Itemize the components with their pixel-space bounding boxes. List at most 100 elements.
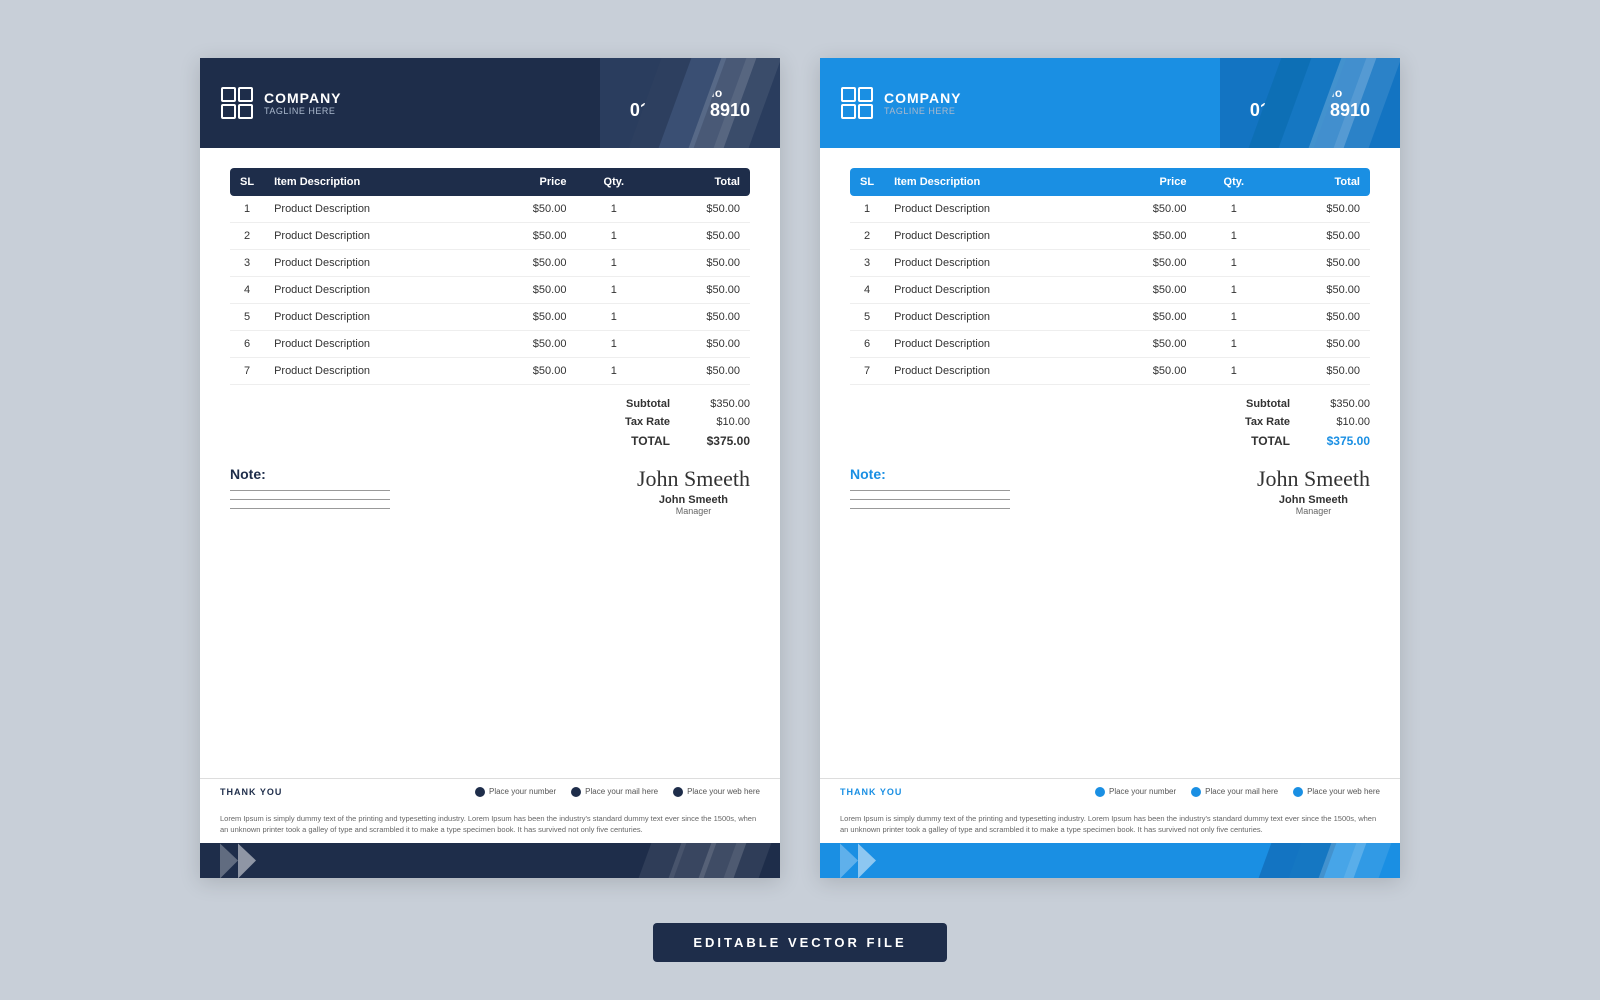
row-qty: 1 <box>576 304 651 331</box>
row-sl: 6 <box>850 331 884 358</box>
invoices-container: COMPANY TAGLINE HERE Invoice No 01234567… <box>20 58 1580 878</box>
company-name-blue: COMPANY <box>884 90 962 106</box>
total-label-blue: TOTAL <box>1220 434 1290 448</box>
note-lines <box>230 490 637 509</box>
totals-section-dark: Subtotal $350.00 Tax Rate $10.00 TOTAL $… <box>230 395 750 451</box>
chevron-blue-2 <box>858 843 876 878</box>
invoice-header-blue: COMPANY TAGLINE HERE Invoice No 01234567… <box>820 58 1400 148</box>
company-tagline: TAGLINE HERE <box>264 106 342 116</box>
total-value: $375.00 <box>690 434 750 448</box>
th-price: Price <box>478 168 577 196</box>
header-decorations-blue <box>1240 58 1400 148</box>
table-row: 7 Product Description $50.00 1 $50.00 <box>850 358 1370 385</box>
table-row: 6 Product Description $50.00 1 $50.00 <box>850 331 1370 358</box>
invoice-footer-blue: THANK YOU Place your number Place your m… <box>820 778 1400 879</box>
table-row: 2 Product Description $50.00 1 $50.00 <box>230 223 750 250</box>
subtotal-value: $350.00 <box>690 398 750 410</box>
row-desc: Product Description <box>264 250 478 277</box>
footer-chevrons <box>220 843 256 878</box>
tax-row-blue: Tax Rate $10.00 <box>1220 413 1370 431</box>
phone-text-blue: Place your number <box>1109 787 1176 796</box>
totals-section-blue: Subtotal $350.00 Tax Rate $10.00 TOTAL $… <box>850 395 1370 451</box>
company-logo-icon-blue <box>840 86 874 120</box>
tax-value-blue: $10.00 <box>1310 416 1370 428</box>
row-sl: 3 <box>230 250 264 277</box>
row-total: $50.00 <box>1271 331 1370 358</box>
company-info: COMPANY TAGLINE HERE <box>264 90 342 116</box>
row-total: $50.00 <box>651 277 750 304</box>
web-icon <box>673 787 683 797</box>
row-sl: 1 <box>230 196 264 223</box>
th-desc-blue: Item Description <box>884 168 1098 196</box>
row-price: $50.00 <box>1098 304 1197 331</box>
row-sl: 7 <box>850 358 884 385</box>
row-total: $50.00 <box>651 304 750 331</box>
row-sl: 4 <box>850 277 884 304</box>
row-desc: Product Description <box>264 304 478 331</box>
table-row: 7 Product Description $50.00 1 $50.00 <box>230 358 750 385</box>
note-line-3-blue <box>850 508 1010 509</box>
note-title-dark: Note: <box>230 466 637 482</box>
note-section-blue: Note: John Smeeth John Smeeth Manager <box>850 466 1370 516</box>
total-row-blue: TOTAL $375.00 <box>1220 431 1370 451</box>
row-total: $50.00 <box>651 358 750 385</box>
row-total: $50.00 <box>1271 358 1370 385</box>
row-sl: 4 <box>230 277 264 304</box>
row-desc: Product Description <box>884 196 1098 223</box>
subtotal-label-blue: Subtotal <box>1220 398 1290 410</box>
row-price: $50.00 <box>1098 250 1197 277</box>
row-qty: 1 <box>576 277 651 304</box>
row-sl: 1 <box>850 196 884 223</box>
footer-email: Place your mail here <box>571 787 658 797</box>
total-row: TOTAL $375.00 <box>600 431 750 451</box>
row-price: $50.00 <box>1098 358 1197 385</box>
row-qty: 1 <box>1196 223 1271 250</box>
note-line-1 <box>230 490 390 491</box>
row-price: $50.00 <box>478 250 577 277</box>
note-title-blue: Note: <box>850 466 1257 482</box>
table-row: 4 Product Description $50.00 1 $50.00 <box>230 277 750 304</box>
footer-web-blue: Place your web here <box>1293 787 1380 797</box>
signature-script-blue: John Smeeth <box>1257 466 1370 492</box>
th-total: Total <box>651 168 750 196</box>
row-qty: 1 <box>1196 277 1271 304</box>
row-desc: Product Description <box>264 196 478 223</box>
chevron-2 <box>238 843 256 878</box>
invoice-body-dark: SL Item Description Price Qty. Total 1 P… <box>200 148 780 778</box>
row-price: $50.00 <box>478 277 577 304</box>
table-row: 1 Product Description $50.00 1 $50.00 <box>230 196 750 223</box>
row-total: $50.00 <box>1271 223 1370 250</box>
bottom-label: EDITABLE VECTOR FILE <box>653 923 946 962</box>
row-qty: 1 <box>1196 250 1271 277</box>
email-icon-blue <box>1191 787 1201 797</box>
subtotal-label: Subtotal <box>600 398 670 410</box>
row-desc: Product Description <box>884 304 1098 331</box>
note-section-dark: Note: John Smeeth John Smeeth Manager <box>230 466 750 516</box>
row-qty: 1 <box>1196 358 1271 385</box>
signature-name-blue: John Smeeth <box>1257 494 1370 506</box>
row-total: $50.00 <box>651 223 750 250</box>
signature-section-blue: John Smeeth John Smeeth Manager <box>1257 466 1370 516</box>
th-qty-blue: Qty. <box>1196 168 1271 196</box>
table-row: 5 Product Description $50.00 1 $50.00 <box>850 304 1370 331</box>
row-desc: Product Description <box>884 250 1098 277</box>
footer-contact-items-blue: Place your number Place your mail here P… <box>1095 787 1380 797</box>
web-text: Place your web here <box>687 787 760 796</box>
footer-lorem-blue: Lorem Ipsum is simply dummy text of the … <box>820 805 1400 844</box>
row-sl: 2 <box>230 223 264 250</box>
web-icon-blue <box>1293 787 1303 797</box>
row-sl: 2 <box>850 223 884 250</box>
th-sl: SL <box>230 168 264 196</box>
signature-script: John Smeeth <box>637 466 750 492</box>
subtotal-row-blue: Subtotal $350.00 <box>1220 395 1370 413</box>
row-sl: 5 <box>850 304 884 331</box>
footer-phone: Place your number <box>475 787 556 797</box>
row-price: $50.00 <box>478 223 577 250</box>
row-total: $50.00 <box>1271 277 1370 304</box>
row-sl: 5 <box>230 304 264 331</box>
row-qty: 1 <box>576 223 651 250</box>
note-left: Note: <box>230 466 637 509</box>
row-total: $50.00 <box>1271 304 1370 331</box>
row-price: $50.00 <box>478 331 577 358</box>
footer-deco-dark <box>200 843 780 878</box>
